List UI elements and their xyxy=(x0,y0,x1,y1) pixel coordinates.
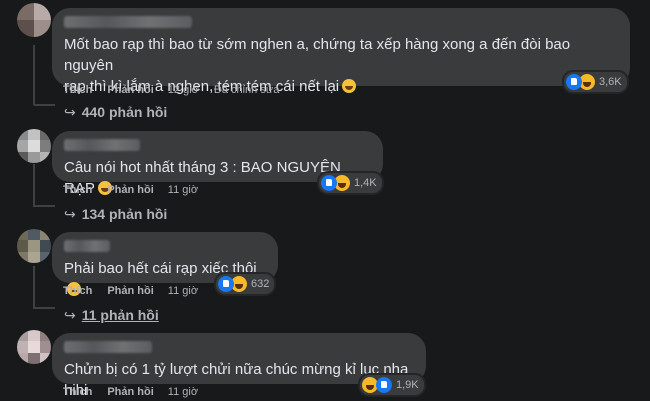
reply-arrow-icon: ↪ xyxy=(64,206,76,222)
replies-count: 440 phản hồi xyxy=(81,104,168,120)
like-reaction-icon xyxy=(566,74,582,90)
reply-arrow-icon: ↪ xyxy=(64,104,76,120)
reaction-summary[interactable]: 1,9K xyxy=(358,373,426,397)
reply-button[interactable]: Phản hồi xyxy=(107,386,153,398)
thread-line xyxy=(33,104,55,106)
edited-label: Đã chỉnh sửa xyxy=(213,84,280,96)
author-name[interactable] xyxy=(64,16,192,28)
thread-line xyxy=(33,45,35,105)
author-name[interactable] xyxy=(64,240,110,252)
avatar[interactable] xyxy=(17,330,51,364)
like-button[interactable]: Thích xyxy=(63,386,92,398)
view-replies-link[interactable]: ↪ 11 phản hồi xyxy=(64,307,159,324)
like-button[interactable]: Thích xyxy=(63,84,92,96)
thread-line xyxy=(33,266,35,308)
like-reaction-icon xyxy=(321,175,337,191)
author-name[interactable] xyxy=(64,341,152,353)
author-name[interactable] xyxy=(64,139,140,151)
comment-time[interactable]: 12 giờ xyxy=(168,84,199,96)
like-button[interactable]: Thích xyxy=(63,184,92,196)
view-replies-link[interactable]: ↪ 134 phản hồi xyxy=(64,206,167,223)
like-reaction-icon xyxy=(376,377,392,393)
thread-line xyxy=(33,164,35,206)
thread-line xyxy=(33,205,55,207)
comment-actions: Thích Phản hồi 11 giờ xyxy=(63,184,198,196)
avatar[interactable] xyxy=(17,229,51,263)
like-reaction-icon xyxy=(218,276,234,292)
reaction-count: 632 xyxy=(251,278,270,290)
thread-line xyxy=(33,307,55,309)
reply-button[interactable]: Phản hồi xyxy=(107,184,153,196)
comment-actions: Thích Phản hồi 11 giờ xyxy=(63,285,198,297)
comment-text-line: Mốt bao rạp thì bao từ sớm nghen a, chứn… xyxy=(64,36,571,74)
comment-actions: Thích Phản hồi 11 giờ xyxy=(63,386,198,398)
comment-time[interactable]: 11 giờ xyxy=(168,386,198,398)
comment-bubble: Mốt bao rạp thì bao từ sớm nghen a, chứn… xyxy=(52,8,630,95)
comment-actions: Thích Phản hồi 12 giờ Đã chỉnh sửa xyxy=(63,84,279,96)
avatar[interactable] xyxy=(17,129,51,163)
reaction-summary[interactable]: 3,6K xyxy=(562,70,629,94)
reply-arrow-icon: ↪ xyxy=(64,307,76,323)
replies-count: 134 phản hồi xyxy=(81,206,168,222)
reaction-count: 3,6K xyxy=(599,76,622,88)
reply-button[interactable]: Phản hồi xyxy=(107,84,153,96)
comment-time[interactable]: 11 giờ xyxy=(168,184,198,196)
avatar[interactable] xyxy=(17,3,51,37)
reply-button[interactable]: Phản hồi xyxy=(107,285,153,297)
replies-count: 11 phản hồi xyxy=(81,307,159,323)
reaction-summary[interactable]: 1,4K xyxy=(317,171,384,195)
reaction-summary[interactable]: 632 xyxy=(214,272,277,296)
reaction-count: 1,4K xyxy=(354,177,377,189)
grinning-emoji-icon xyxy=(342,79,357,93)
reaction-count: 1,9K xyxy=(396,379,419,391)
view-replies-link[interactable]: ↪ 440 phản hồi xyxy=(64,104,167,121)
like-button[interactable]: Thích xyxy=(63,285,92,297)
comment-time[interactable]: 11 giờ xyxy=(168,285,198,297)
